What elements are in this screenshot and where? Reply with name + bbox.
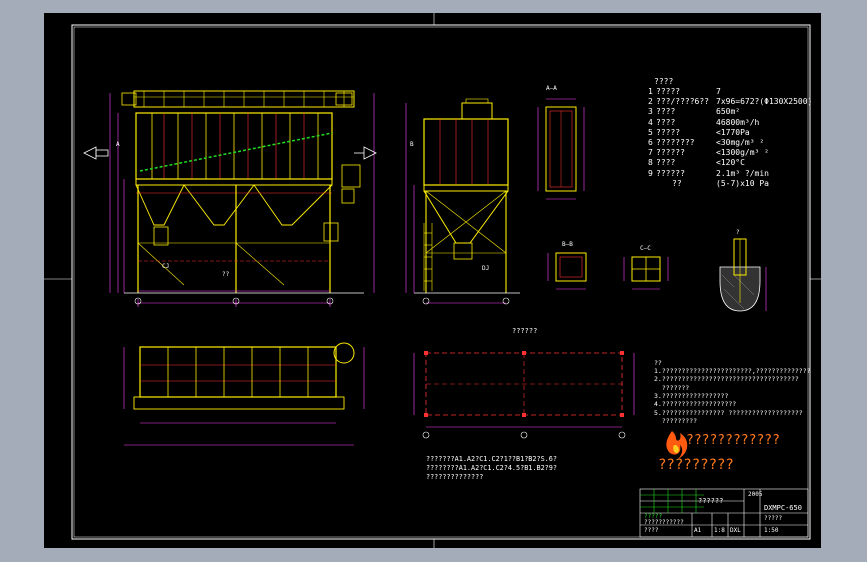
side-elevation-view — [405, 98, 520, 305]
title-block-sheet-b: 1:8 — [714, 527, 725, 534]
section-b-mark: B — [410, 141, 414, 148]
spec-row-value: <120°C — [716, 158, 745, 168]
hopper-right-label: DJ — [482, 265, 490, 272]
title-block-label-c: ???? — [644, 527, 659, 534]
title-block-label-b: ??????????? — [644, 519, 684, 526]
bottom-note-line: ???????A1.A2?C1.C2?1??B1?B2?S.6? — [426, 455, 557, 463]
spec-row-value: <1770Pa — [716, 127, 750, 137]
note-line: 3.????????????????? — [654, 391, 729, 400]
spec-row-no: 8 — [648, 158, 653, 168]
spec-row-no: 2 — [648, 97, 653, 107]
anchor-detail-view — [719, 238, 767, 312]
note-line: ????????? — [654, 416, 698, 425]
company-name: ???????????? — [686, 433, 780, 448]
company-slogan: ????????? — [658, 457, 734, 473]
spec-row-value: (5-7)x10 Pa — [716, 178, 769, 188]
fan-label: ?? — [222, 271, 230, 278]
note-line: 2.??????????????????????????????????? — [654, 375, 799, 384]
foundation-plan-title: ?????? — [512, 327, 538, 335]
hopper-left-label: CJ — [162, 263, 170, 270]
section-b-b-view — [547, 252, 587, 290]
spec-row-label: ???? — [656, 117, 676, 127]
spec-row-no: 9 — [648, 168, 653, 178]
bottom-note-line: ????????A1.A2?C1.C2?4.5?B1.B2?9? — [426, 464, 557, 472]
section-c-c-view — [623, 256, 669, 290]
spec-row-value: 46800m³/h — [716, 117, 760, 127]
spec-row-value: 7 — [716, 87, 721, 96]
spec-table-header: ???? — [654, 77, 674, 86]
title-block-drawing-no: DXMPC-650 — [764, 504, 802, 512]
spec-row-label: ?????? — [656, 168, 685, 178]
anchor-detail-label: ? — [736, 229, 740, 236]
spec-row-label: ???????? — [656, 138, 695, 147]
spec-row-value: 7x96=672?(Φ130X2500) — [716, 97, 813, 107]
spec-row-value: 650m² — [716, 107, 741, 117]
spec-row-value: 2.1m³ ?/min — [716, 168, 769, 178]
title-block-date: 2005 — [748, 491, 763, 498]
spec-row-label: ????? — [656, 87, 681, 96]
spec-row-no: 7 — [648, 148, 653, 158]
title-block-scale: 1:50 — [764, 527, 779, 534]
section-b-b-label: B—B — [562, 241, 573, 248]
spec-row-label: ?????? — [656, 148, 685, 158]
spec-row-value: <1300g/m³ ² — [716, 148, 769, 158]
title-block-extra: ????? — [764, 515, 783, 522]
note-line: 5.???????????????? ??????????????????? — [654, 408, 803, 417]
spec-row-label: ???? — [656, 107, 676, 117]
spec-row-label: ????? — [656, 127, 681, 137]
spec-row-label: ?? — [672, 178, 682, 188]
foundation-plan-view — [413, 351, 635, 439]
spec-row-no: 5 — [648, 127, 653, 137]
spec-row-no: 3 — [648, 107, 653, 117]
section-c-c-label: C—C — [640, 245, 651, 252]
spec-row-label: ???/????6?? — [656, 97, 709, 107]
plan-view — [123, 342, 365, 446]
title-block-sheet-c: DXL — [730, 527, 741, 534]
spec-row-label: ???? — [656, 158, 676, 168]
section-a-mark: A — [116, 141, 120, 148]
spec-row-no: 6 — [648, 138, 653, 147]
drawing-sheet: A—A B—B C—C ? A B ?? CJ DJ ???? 1????? 7 2… — [44, 13, 821, 548]
title-block-sheet-a: A1 — [694, 527, 702, 534]
note-line: 4.??????????????????? — [654, 400, 737, 409]
note-line: 1.???????????????????????,?????????????? — [654, 367, 811, 375]
section-a-a-label: A—A — [546, 85, 557, 92]
section-a-a-view — [537, 98, 585, 200]
spec-row-no: 4 — [648, 117, 653, 127]
note-line: ??????? — [654, 383, 690, 392]
title-block-project: ?????? — [698, 497, 724, 505]
spec-row-no: 1 — [648, 87, 653, 96]
front-elevation-view — [83, 90, 377, 307]
spec-row-value: <30mg/m³ ² — [716, 138, 765, 147]
bottom-note-line: ?????????????? — [426, 473, 484, 481]
company-logo-flame-icon — [666, 431, 688, 459]
